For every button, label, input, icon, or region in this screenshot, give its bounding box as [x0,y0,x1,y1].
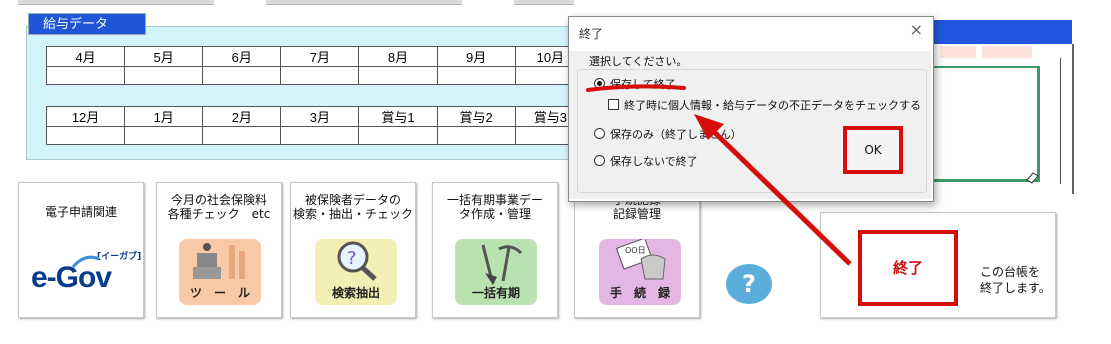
annotation-overlay [586,84,852,266]
arrow-annotation-icon [708,126,852,266]
underline-annotation [586,84,686,92]
